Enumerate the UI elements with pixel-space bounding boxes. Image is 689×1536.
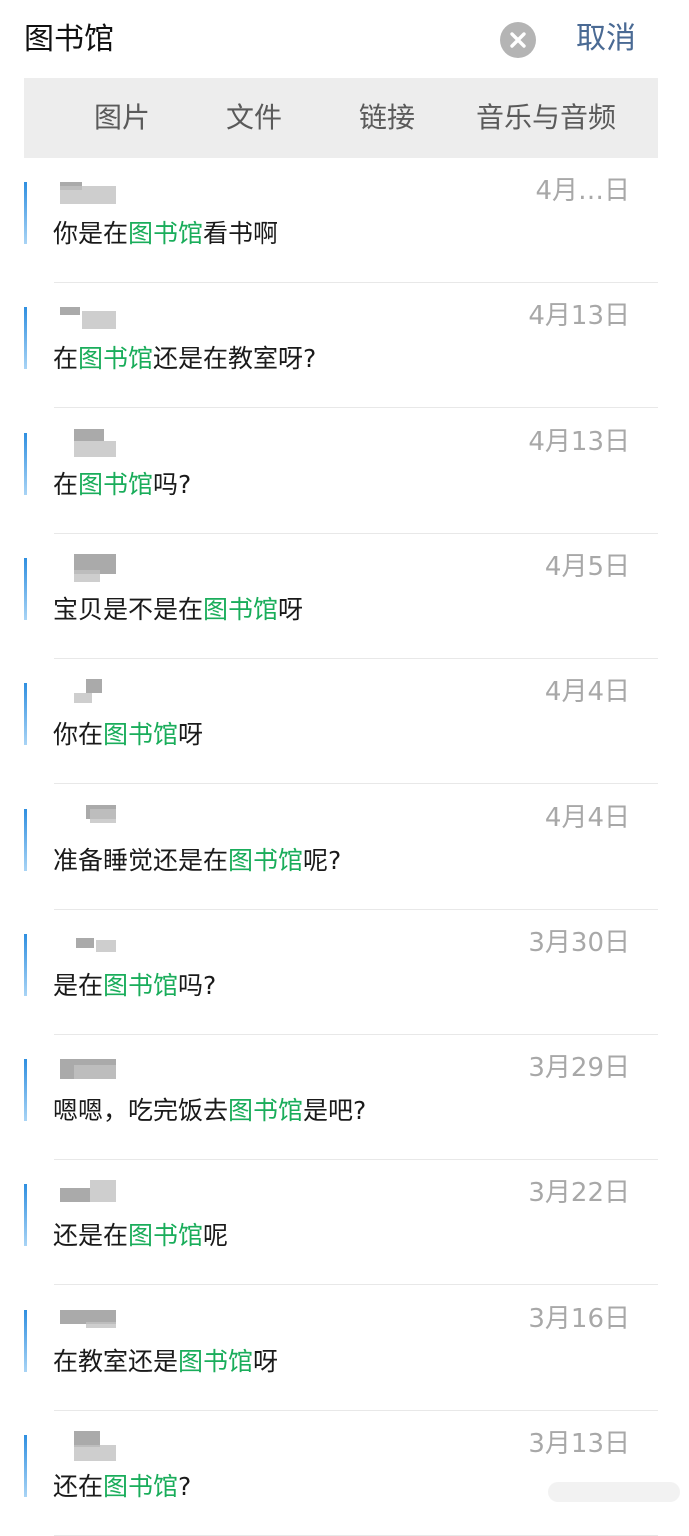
keyword-highlight: 图书馆 <box>128 1221 204 1251</box>
keyword-highlight: 图书馆 <box>103 1472 179 1501</box>
search-input[interactable]: 图书馆 <box>24 8 552 72</box>
message-text: 在 <box>53 344 79 374</box>
avatar <box>24 1184 27 1247</box>
result-message: 在图书馆还是在教室呀? <box>53 341 316 377</box>
message-text: 在 <box>53 469 79 499</box>
result-date: 3月16日 <box>528 1303 630 1334</box>
avatar <box>24 1309 27 1372</box>
watermark <box>548 1482 680 1502</box>
result-date: 3月29日 <box>528 1053 630 1084</box>
result-date: 4月4日 <box>544 677 630 708</box>
message-text: 你是在 <box>53 219 129 248</box>
result-date: 4月…日 <box>535 176 630 206</box>
result-item[interactable]: 4月…日你是在图书馆看书啊 <box>24 158 658 283</box>
result-date: 3月30日 <box>528 927 630 958</box>
keyword-highlight: 图书馆 <box>103 720 179 750</box>
keyword-highlight: 图书馆 <box>78 469 154 499</box>
result-message: 宝贝是不是在图书馆呀 <box>53 592 303 628</box>
result-item[interactable]: 3月16日在教室还是图书馆呀 <box>24 1285 658 1411</box>
message-text: 呀 <box>178 720 204 750</box>
result-message: 在教室还是图书馆呀 <box>53 1344 278 1380</box>
message-text: 吗? <box>153 469 192 499</box>
keyword-highlight: 图书馆 <box>78 344 154 374</box>
search-bar: 图书馆 取消 <box>24 8 658 78</box>
message-text: 吗? <box>178 970 217 1000</box>
search-query-text[interactable]: 图书馆 <box>24 20 114 60</box>
keyword-highlight: 图书馆 <box>178 1346 254 1376</box>
result-message: 准备睡觉还是在图书馆呢? <box>53 843 341 879</box>
message-text: 你在 <box>53 720 104 750</box>
message-text: 准备睡觉还是在 <box>53 845 229 875</box>
result-message: 还在图书馆? <box>53 1469 191 1505</box>
message-text: 呀 <box>278 594 304 624</box>
result-item[interactable]: 3月30日是在图书馆吗? <box>24 909 658 1035</box>
message-text: 还是在 <box>53 1221 129 1251</box>
result-item[interactable]: 4月4日你在图书馆呀 <box>24 659 658 785</box>
result-message: 还是在图书馆呢 <box>53 1218 228 1254</box>
message-text: 还在 <box>53 1472 104 1501</box>
keyword-highlight: 图书馆 <box>128 219 204 248</box>
result-message: 你是在图书馆看书啊 <box>53 216 278 252</box>
result-message: 嗯嗯，吃完饭去图书馆是吧? <box>53 1093 366 1129</box>
keyword-highlight: 图书馆 <box>228 1096 304 1126</box>
avatar <box>24 808 27 871</box>
tab-images[interactable]: 图片 <box>94 100 150 136</box>
search-results-screen: 图书馆 取消 图片 文件 链接 音乐与音频 4月…日 你是在图书馆看书啊 4月13日… <box>24 8 658 1536</box>
keyword-highlight: 图书馆 <box>228 845 304 875</box>
keyword-highlight: 图书馆 <box>203 594 279 624</box>
tab-links[interactable]: 链接 <box>359 100 415 136</box>
avatar <box>24 933 27 996</box>
keyword-highlight: 图书馆 <box>103 970 179 1000</box>
result-date: 4月4日 <box>544 802 630 833</box>
avatar <box>24 432 27 495</box>
result-item[interactable]: 4月5日宝贝是不是在图书馆呀 <box>24 533 658 659</box>
avatar <box>24 1435 27 1497</box>
avatar <box>24 683 27 746</box>
clear-icon[interactable] <box>500 22 536 58</box>
result-date: 4月13日 <box>528 301 630 332</box>
message-text: 宝贝是不是在 <box>53 594 204 624</box>
avatar <box>24 307 27 370</box>
filter-tab-bar: 图片 文件 链接 音乐与音频 <box>24 78 658 158</box>
message-text: 呀 <box>253 1346 279 1376</box>
result-item[interactable]: 3月22日还是在图书馆呢 <box>24 1160 658 1286</box>
result-date: 4月5日 <box>544 551 630 582</box>
result-item[interactable]: 3月29日嗯嗯，吃完饭去图书馆是吧? <box>24 1035 658 1161</box>
message-text: ? <box>178 1472 192 1501</box>
message-text: 嗯嗯，吃完饭去 <box>53 1096 229 1126</box>
result-item[interactable]: 4月13日在图书馆还是在教室呀? <box>24 283 658 409</box>
result-item[interactable]: 3月13日还在图书馆? <box>24 1411 658 1536</box>
message-text: 呢? <box>303 845 342 875</box>
cancel-button[interactable]: 取消 <box>576 18 636 60</box>
avatar <box>24 557 27 620</box>
message-text: 呢 <box>203 1221 229 1251</box>
result-date: 4月13日 <box>528 426 630 457</box>
result-item[interactable]: 4月13日在图书馆吗? <box>24 408 658 534</box>
result-message: 是在图书馆吗? <box>53 968 216 1004</box>
message-text: 是在 <box>53 970 104 1000</box>
tab-files[interactable]: 文件 <box>226 100 282 136</box>
message-text: 还是在教室呀? <box>153 344 317 374</box>
result-message: 在图书馆吗? <box>53 467 191 503</box>
result-item[interactable]: 4月4日准备睡觉还是在图书馆呢? <box>24 784 658 910</box>
message-text: 是吧? <box>303 1096 367 1126</box>
result-message: 你在图书馆呀 <box>53 717 203 753</box>
avatar <box>24 1059 27 1122</box>
avatar <box>24 182 27 244</box>
tab-music-audio[interactable]: 音乐与音频 <box>476 100 616 136</box>
message-text: 看书啊 <box>203 219 279 248</box>
message-text: 在教室还是 <box>53 1346 179 1376</box>
result-date: 3月22日 <box>528 1178 630 1209</box>
result-date: 3月13日 <box>528 1429 630 1459</box>
